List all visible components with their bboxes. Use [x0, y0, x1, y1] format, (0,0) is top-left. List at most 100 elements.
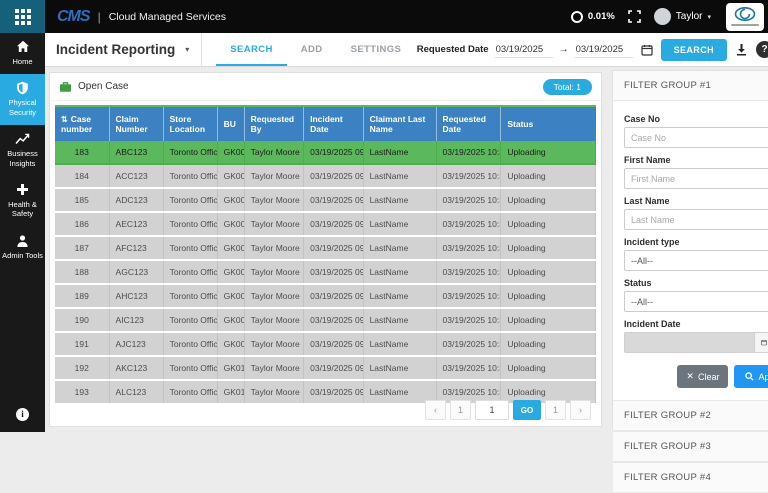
- filter-group-3-header[interactable]: FILTER GROUP #3: [613, 431, 768, 462]
- total-badge[interactable]: Total: 1: [543, 79, 592, 95]
- tab-bar: SEARCHADDSETTINGS: [216, 33, 415, 66]
- date-to-input[interactable]: [575, 42, 633, 58]
- product-name: Cloud Managed Services: [109, 11, 226, 23]
- title-dropdown-caret[interactable]: ▾: [185, 45, 189, 54]
- incident-type-label: Incident type: [624, 237, 768, 247]
- apps-grid-button[interactable]: [0, 0, 45, 33]
- chart-icon: [1, 132, 44, 147]
- incident-type-select[interactable]: --All--: [624, 250, 768, 271]
- table-cell: Uploading: [501, 284, 596, 308]
- table-row[interactable]: 185ADC123Toronto OfficeGK003Taylor Moore…: [55, 188, 596, 212]
- table-cell: LastName: [363, 164, 436, 188]
- table-row[interactable]: 183ABC123Toronto OfficeGK001Taylor Moore…: [55, 141, 596, 164]
- table-cell: GK005: [217, 236, 244, 260]
- page-1-button[interactable]: 1: [450, 400, 471, 420]
- calendar-icon[interactable]: [754, 332, 768, 353]
- table-row[interactable]: 191AJC123Toronto OfficeGK009Taylor Moore…: [55, 332, 596, 356]
- first-name-input[interactable]: [624, 168, 768, 189]
- sidebar-item-home[interactable]: Home: [0, 33, 45, 74]
- divider: [201, 33, 202, 66]
- go-button[interactable]: GO: [513, 400, 541, 420]
- brand: CMS | Cloud Managed Services: [57, 8, 226, 26]
- table-row[interactable]: 184ACC123Toronto OfficeGK002Taylor Moore…: [55, 164, 596, 188]
- content-area: Open Case Total: 1 ⇅Case numberClaim Num…: [45, 66, 768, 432]
- next-page-button[interactable]: ›: [570, 400, 591, 420]
- tab-search[interactable]: SEARCH: [216, 33, 287, 66]
- usage-percent: 0.01%: [588, 11, 615, 22]
- table-cell: AEC123: [109, 212, 163, 236]
- case-no-input[interactable]: [624, 127, 768, 148]
- column-header-status[interactable]: Status: [501, 107, 596, 141]
- last-name-input[interactable]: [624, 209, 768, 230]
- table-cell: 03/19/2025 09:00: [304, 188, 363, 212]
- table-row[interactable]: 192AKC123Toronto OfficeGK010Taylor Moore…: [55, 356, 596, 380]
- apply-button[interactable]: Apply: [734, 365, 768, 388]
- table-cell: Toronto Office: [163, 356, 217, 380]
- table-cell: AHC123: [109, 284, 163, 308]
- table-cell: 03/19/2025 09:00: [304, 212, 363, 236]
- table-cell: Taylor Moore: [244, 332, 303, 356]
- table-cell: Taylor Moore: [244, 260, 303, 284]
- column-header-incident-date[interactable]: Incident Date: [304, 107, 363, 141]
- table-cell: 191: [55, 332, 109, 356]
- filter-group-4-header[interactable]: FILTER GROUP #4: [613, 462, 768, 493]
- table-cell: AGC123: [109, 260, 163, 284]
- fullscreen-icon[interactable]: [628, 10, 641, 23]
- filter-group-1-header[interactable]: FILTER GROUP #1: [613, 71, 768, 101]
- help-icon[interactable]: ?: [756, 41, 768, 58]
- info-icon[interactable]: i: [16, 408, 29, 421]
- tab-settings[interactable]: SETTINGS: [337, 33, 416, 66]
- column-header-claim-number[interactable]: Claim Number: [109, 107, 163, 141]
- status-select[interactable]: --All--: [624, 291, 768, 312]
- prev-page-button[interactable]: ‹: [425, 400, 446, 420]
- table-cell: AFC123: [109, 236, 163, 260]
- column-header-store-location[interactable]: Store Location: [163, 107, 217, 141]
- usage-indicator[interactable]: 0.01%: [571, 11, 615, 23]
- column-header-case-number[interactable]: ⇅Case number: [55, 107, 109, 141]
- incident-date-input[interactable]: [624, 332, 754, 353]
- table-row[interactable]: 187AFC123Toronto OfficeGK005Taylor Moore…: [55, 236, 596, 260]
- table-cell: LastName: [363, 332, 436, 356]
- table-cell: 03/19/2025 10:37: [436, 164, 501, 188]
- sidebar-item-admin-tools[interactable]: Admin Tools: [0, 227, 45, 268]
- table-row[interactable]: 188AGC123Toronto OfficeGK006Taylor Moore…: [55, 260, 596, 284]
- filter-group-2-header[interactable]: FILTER GROUP #2: [613, 400, 768, 431]
- user-menu[interactable]: Taylor ▾: [654, 8, 711, 25]
- page-input[interactable]: [475, 400, 509, 420]
- incident-table: ⇅Case numberClaim NumberStore LocationBU…: [55, 107, 596, 405]
- column-header-bu[interactable]: BU: [217, 107, 244, 141]
- table-cell: GK003: [217, 188, 244, 212]
- clear-button[interactable]: ✕Clear: [677, 365, 728, 388]
- table-cell: 03/19/2025 09:00: [304, 332, 363, 356]
- table-row[interactable]: 189AHC123Toronto OfficeGK007Taylor Moore…: [55, 284, 596, 308]
- table-cell: ADC123: [109, 188, 163, 212]
- table-row[interactable]: 186AEC123Toronto OfficeGK004Taylor Moore…: [55, 212, 596, 236]
- table-cell: Taylor Moore: [244, 141, 303, 164]
- table-cell: ABC123: [109, 141, 163, 164]
- table-cell: GK002: [217, 164, 244, 188]
- sidebar-item-business-insights[interactable]: Business Insights: [0, 125, 45, 176]
- plus-icon: [1, 183, 44, 198]
- table-cell: Uploading: [501, 332, 596, 356]
- table-row[interactable]: 190AIC123Toronto OfficeGK008Taylor Moore…: [55, 308, 596, 332]
- incident-table-wrap: ⇅Case numberClaim NumberStore LocationBU…: [55, 105, 596, 405]
- filter-actions: ✕Clear Apply: [624, 365, 768, 388]
- column-header-requested-by[interactable]: Requested By: [244, 107, 303, 141]
- table-cell: LastName: [363, 212, 436, 236]
- search-button[interactable]: SEARCH: [661, 39, 727, 61]
- page-1-button-2[interactable]: 1: [545, 400, 566, 420]
- date-from-input[interactable]: [495, 42, 553, 58]
- filter-group-1-body: Case NoFirst NameLast NameIncident type-…: [613, 101, 768, 400]
- download-icon[interactable]: [733, 43, 750, 56]
- table-cell: 03/19/2025 09:00: [304, 284, 363, 308]
- calendar-icon[interactable]: [639, 44, 655, 56]
- tab-add[interactable]: ADD: [287, 33, 337, 66]
- table-cell: Uploading: [501, 141, 596, 164]
- column-header-requested-date[interactable]: Requested Date: [436, 107, 501, 141]
- sidebar-item-health-safety[interactable]: Health & Safety: [0, 176, 45, 227]
- sidebar-item-physical-security[interactable]: Physical Security: [0, 74, 45, 125]
- column-header-claimant-last-name[interactable]: Claimant Last Name: [363, 107, 436, 141]
- user-icon: [1, 234, 44, 249]
- table-cell: 03/19/2025 10:37: [436, 308, 501, 332]
- incident-date-label: Incident Date: [624, 319, 768, 329]
